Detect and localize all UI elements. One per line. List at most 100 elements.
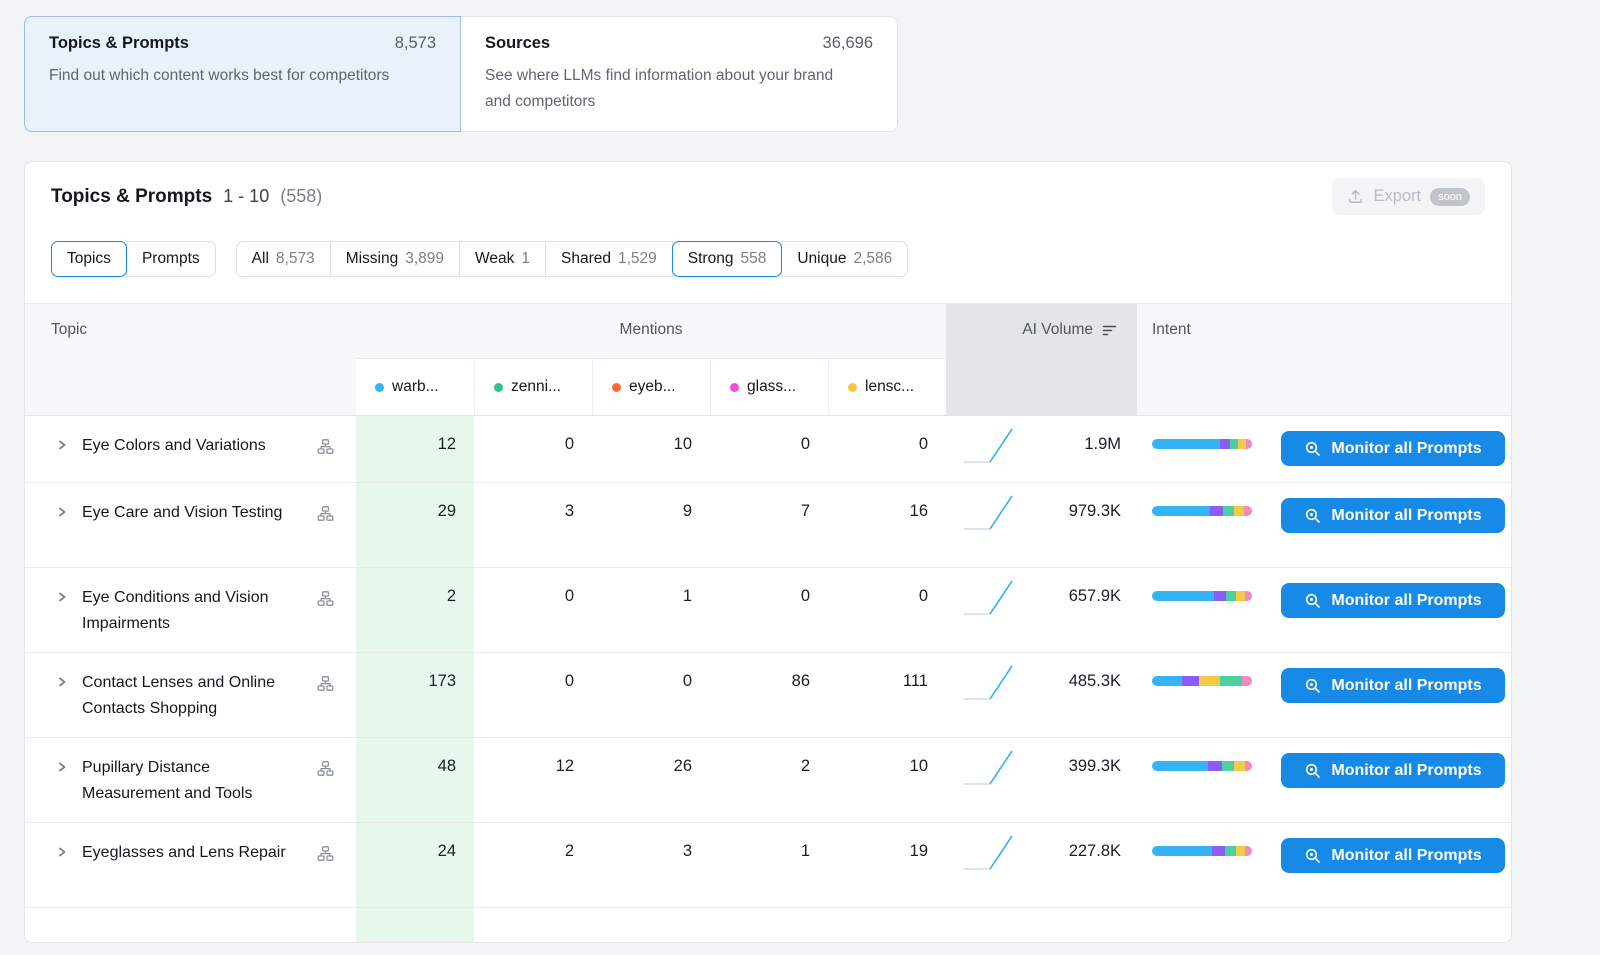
table-row: Eye Care and Vision Testing 29 3 9 7 16 …: [25, 483, 1511, 568]
page-title: Topics & Prompts: [51, 186, 212, 208]
column-header-mentions: Mentions: [356, 304, 946, 358]
filter-weak[interactable]: Weak1: [459, 241, 546, 277]
column-header-competitor-glass[interactable]: glass...: [710, 358, 828, 415]
filter-unique[interactable]: Unique2,586: [781, 241, 908, 277]
tab-count: 8,573: [395, 34, 436, 53]
tab-sources[interactable]: Sources 36,696 See where LLMs find infor…: [461, 16, 898, 132]
mention-count: 0: [828, 416, 946, 482]
mention-count: 0: [474, 416, 592, 482]
monitor-all-prompts-button[interactable]: Monitor all Prompts: [1281, 753, 1505, 788]
column-header-competitor-lensc[interactable]: lensc...: [828, 358, 946, 415]
chevron-right-icon[interactable]: [55, 760, 69, 774]
magnifier-icon: [1304, 507, 1322, 525]
chevron-right-icon[interactable]: [55, 590, 69, 604]
mention-count: 111: [828, 653, 946, 737]
sitemap-icon: [317, 590, 334, 607]
monitor-all-prompts-button[interactable]: Monitor all Prompts: [1281, 431, 1505, 466]
topic-name[interactable]: Eye Conditions and Vision Impairments: [82, 585, 304, 637]
table-header: Topic Mentions AI Volume Intent warb... …: [25, 303, 1511, 416]
view-toggle: Topics Prompts: [51, 241, 216, 277]
monitor-all-prompts-button[interactable]: Monitor all Prompts: [1281, 498, 1505, 533]
column-header-competitor-eyeb[interactable]: eyeb...: [592, 358, 710, 415]
toggle-prompts[interactable]: Prompts: [126, 241, 216, 277]
intent-bar: [1152, 506, 1252, 516]
competitor-color-dot: [612, 383, 621, 392]
filter-all[interactable]: All8,573: [236, 241, 331, 277]
trend-sparkline: [960, 745, 1018, 791]
topics-prompts-panel: Topics & Prompts 1 - 10 (558) Export soo…: [24, 161, 1512, 943]
mention-count: 12: [356, 416, 474, 482]
mention-count: 10: [592, 416, 710, 482]
intent-bar: [1152, 846, 1252, 856]
mention-count: 24: [356, 823, 474, 907]
mention-count: 0: [474, 653, 592, 737]
mention-count: 2: [710, 738, 828, 822]
topic-name[interactable]: Pupillary Distance Measurement and Tools: [82, 755, 304, 807]
tab-description: See where LLMs find information about yo…: [485, 63, 837, 114]
competitor-color-dot: [848, 383, 857, 392]
mention-count: 0: [710, 568, 828, 652]
mention-count: 86: [710, 653, 828, 737]
chevron-right-icon[interactable]: [55, 845, 69, 859]
mention-count: 48: [356, 738, 474, 822]
mention-count: 0: [710, 416, 828, 482]
filter-shared[interactable]: Shared1,529: [545, 241, 673, 277]
mention-count: 26: [592, 738, 710, 822]
tab-count: 36,696: [823, 34, 873, 53]
page: Topics & Prompts 8,573 Find out which co…: [0, 0, 1600, 955]
strength-filters: All8,573 Missing3,899 Weak1 Shared1,529 …: [236, 241, 909, 277]
mention-count: 2: [474, 823, 592, 907]
soon-badge: soon: [1430, 188, 1470, 206]
sitemap-icon: [317, 675, 334, 692]
competitor-color-dot: [494, 383, 503, 392]
monitor-all-prompts-button[interactable]: Monitor all Prompts: [1281, 838, 1505, 873]
trend-sparkline: [960, 490, 1018, 536]
mention-count: 0: [592, 653, 710, 737]
table-row: Pupillary Distance Measurement and Tools…: [25, 738, 1511, 823]
mention-count: 3: [592, 823, 710, 907]
column-header-competitor-zenni[interactable]: zenni...: [474, 358, 592, 415]
intent-bar: [1152, 761, 1252, 771]
sitemap-icon: [317, 438, 334, 455]
export-label: Export: [1373, 187, 1421, 206]
intent-bar: [1152, 439, 1252, 449]
magnifier-icon: [1304, 762, 1322, 780]
topic-name[interactable]: Eye Colors and Variations: [82, 433, 266, 459]
topic-name[interactable]: Contact Lenses and Online Contacts Shopp…: [82, 670, 304, 722]
filter-missing[interactable]: Missing3,899: [330, 241, 460, 277]
mention-count: 19: [828, 823, 946, 907]
magnifier-icon: [1304, 592, 1322, 610]
monitor-all-prompts-button[interactable]: Monitor all Prompts: [1281, 668, 1505, 703]
sitemap-icon: [317, 505, 334, 522]
tab-topics-prompts[interactable]: Topics & Prompts 8,573 Find out which co…: [24, 16, 461, 132]
topic-name[interactable]: Eyeglasses and Lens Repair: [82, 840, 286, 866]
mention-count: 29: [356, 483, 474, 567]
chevron-right-icon[interactable]: [55, 438, 69, 452]
ai-volume-value: 485.3K: [1069, 672, 1121, 691]
column-header-ai-volume[interactable]: AI Volume: [946, 304, 1137, 415]
mention-count: 7: [710, 483, 828, 567]
export-button[interactable]: Export soon: [1332, 178, 1485, 215]
toggle-topics[interactable]: Topics: [51, 241, 127, 277]
sort-descending-icon: [1102, 324, 1117, 342]
monitor-all-prompts-button[interactable]: Monitor all Prompts: [1281, 583, 1505, 618]
ai-volume-value: 1.9M: [1084, 435, 1121, 454]
column-header-competitor-warby[interactable]: warb...: [356, 358, 474, 415]
table-row: Eye Colors and Variations 12 0 10 0 0 1.…: [25, 416, 1511, 483]
mention-count: 2: [356, 568, 474, 652]
chevron-right-icon[interactable]: [55, 675, 69, 689]
ai-volume-value: 657.9K: [1069, 587, 1121, 606]
intent-bar: [1152, 591, 1252, 601]
topic-name[interactable]: Eye Care and Vision Testing: [82, 500, 282, 526]
result-range: 1 - 10: [223, 186, 269, 207]
chevron-right-icon[interactable]: [55, 505, 69, 519]
table-row: Eyeglasses and Lens Repair 24 2 3 1 19 2…: [25, 823, 1511, 908]
filter-strong[interactable]: Strong558: [672, 241, 783, 277]
mention-count: 0: [474, 568, 592, 652]
mention-count: 1: [592, 568, 710, 652]
export-icon: [1347, 188, 1364, 205]
sitemap-icon: [317, 845, 334, 862]
trend-sparkline: [960, 575, 1018, 621]
column-header-intent: Intent: [1137, 304, 1511, 415]
table-row: Contact Lenses and Online Contacts Shopp…: [25, 653, 1511, 738]
